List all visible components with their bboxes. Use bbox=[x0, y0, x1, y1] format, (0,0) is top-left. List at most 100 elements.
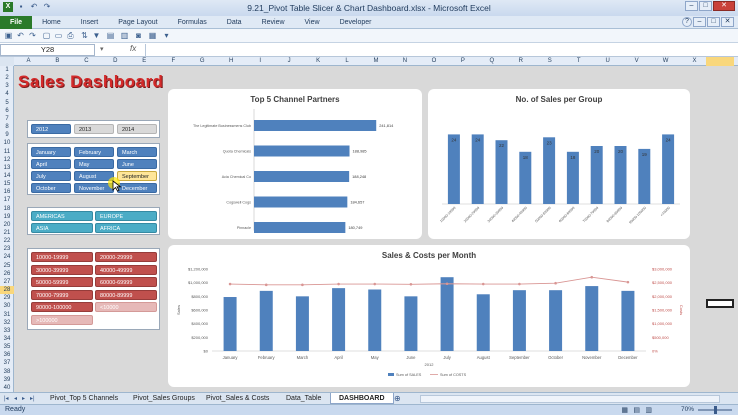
last-sheet-icon[interactable]: ▸| bbox=[30, 395, 35, 402]
row-header-35[interactable]: 35 bbox=[0, 343, 14, 351]
slicer-month-march[interactable]: March bbox=[117, 147, 157, 157]
help-icon[interactable]: ? bbox=[682, 17, 692, 27]
slicer-group-item[interactable]: >100000 bbox=[31, 314, 93, 325]
row-header-24[interactable]: 24 bbox=[0, 253, 14, 261]
slicer-month-may[interactable]: May bbox=[74, 159, 114, 169]
row-header-32[interactable]: 32 bbox=[0, 319, 14, 327]
slicer-group-item[interactable]: 90000-100000 bbox=[31, 302, 93, 312]
ribbon-tab-formulas[interactable]: Formulas bbox=[168, 16, 217, 29]
row-header-27[interactable]: 27 bbox=[0, 278, 14, 286]
row-header-28[interactable]: 28 bbox=[0, 286, 14, 295]
row-header-11[interactable]: 11 bbox=[0, 148, 14, 156]
zoom-slider-knob[interactable] bbox=[714, 406, 717, 414]
next-sheet-icon[interactable]: ▸ bbox=[22, 395, 25, 402]
dropdown-icon[interactable]: ▾ bbox=[161, 30, 172, 41]
row-header-20[interactable]: 20 bbox=[0, 221, 14, 229]
ribbon-tab-view[interactable]: View bbox=[295, 16, 330, 29]
row-header-2[interactable]: 2 bbox=[0, 74, 14, 82]
slicer-group-item[interactable]: 70000-79999 bbox=[31, 289, 93, 300]
slicer-group-item[interactable]: 60000-69999 bbox=[95, 277, 157, 287]
row-header-25[interactable]: 25 bbox=[0, 262, 14, 270]
column-header-f[interactable]: F bbox=[159, 57, 188, 66]
zoom-slider[interactable] bbox=[698, 406, 732, 414]
namebox-dropdown-icon[interactable]: ▾ bbox=[100, 45, 104, 53]
sort-icon[interactable]: ⇅ bbox=[79, 30, 90, 41]
name-box[interactable]: Y28 bbox=[0, 44, 95, 56]
row-header-7[interactable]: 7 bbox=[0, 115, 14, 123]
row-header-16[interactable]: 16 bbox=[0, 188, 14, 196]
first-sheet-icon[interactable]: |◂ bbox=[4, 395, 9, 402]
row-header-18[interactable]: 18 bbox=[0, 205, 14, 213]
column-header-c[interactable]: C bbox=[72, 57, 101, 66]
slicer-group-item[interactable]: 40000-49999 bbox=[95, 264, 157, 275]
row-header-22[interactable]: 22 bbox=[0, 237, 14, 245]
page-break-icon[interactable]: ▥ bbox=[645, 406, 652, 414]
filter-icon[interactable]: ▼ bbox=[91, 30, 102, 41]
row-header-40[interactable]: 40 bbox=[0, 384, 14, 392]
ribbon-tab-page-layout[interactable]: Page Layout bbox=[108, 16, 167, 29]
row-header-36[interactable]: 36 bbox=[0, 351, 14, 359]
slicer-year-2013[interactable]: 2013 bbox=[74, 124, 114, 134]
fx-icon[interactable]: fx bbox=[130, 44, 136, 53]
print-icon[interactable]: ⎙ bbox=[65, 30, 76, 41]
slicer-month-december[interactable]: December bbox=[117, 183, 157, 193]
column-header-k[interactable]: K bbox=[304, 57, 333, 66]
column-header-h[interactable]: H bbox=[217, 57, 246, 66]
row-header-33[interactable]: 33 bbox=[0, 327, 14, 335]
row-header-13[interactable]: 13 bbox=[0, 164, 14, 172]
prev-sheet-icon[interactable]: ◂ bbox=[14, 395, 17, 402]
row-header-23[interactable]: 23 bbox=[0, 245, 14, 253]
slicer-month-september[interactable]: September bbox=[117, 171, 157, 181]
column-header-j[interactable]: J bbox=[275, 57, 304, 66]
row-header-38[interactable]: 38 bbox=[0, 368, 14, 376]
slicer-region-asia[interactable]: ASIA bbox=[31, 223, 93, 233]
column-header-p[interactable]: P bbox=[448, 57, 477, 66]
row-header-1[interactable]: 1 bbox=[0, 66, 14, 74]
normal-view-icon[interactable]: ▦ bbox=[621, 406, 628, 414]
row-header-3[interactable]: 3 bbox=[0, 82, 14, 90]
slicer-group-item[interactable]: 10000-19999 bbox=[31, 252, 93, 262]
slicer-month-june[interactable]: June bbox=[117, 159, 157, 169]
maximize-button[interactable]: □ bbox=[699, 1, 712, 11]
row-header-5[interactable]: 5 bbox=[0, 99, 14, 107]
slicer-region-africa[interactable]: AFRICA bbox=[95, 223, 157, 233]
row-header-26[interactable]: 26 bbox=[0, 270, 14, 278]
workbook-close-button[interactable]: ✕ bbox=[721, 17, 734, 27]
horizontal-scrollbar[interactable] bbox=[420, 395, 720, 403]
column-header-s[interactable]: S bbox=[535, 57, 564, 66]
slicer-group-item[interactable]: 20000-29999 bbox=[95, 252, 157, 262]
ribbon-tab-insert[interactable]: Insert bbox=[71, 16, 109, 29]
slicer-year-2014[interactable]: 2014 bbox=[117, 124, 157, 134]
workbook-restore-button[interactable]: □ bbox=[707, 17, 720, 27]
sheet-tab-pivot-top-5-channels[interactable]: Pivot_Top 5 Channels bbox=[42, 393, 126, 404]
row-header-34[interactable]: 34 bbox=[0, 335, 14, 343]
slicer-group-item[interactable]: <10000 bbox=[95, 302, 157, 312]
row-header-29[interactable]: 29 bbox=[0, 294, 14, 302]
sheet-tab-dashboard[interactable]: DASHBOARD bbox=[330, 393, 394, 404]
column-header-i[interactable]: I bbox=[246, 57, 275, 66]
row-header-12[interactable]: 12 bbox=[0, 156, 14, 164]
open-icon[interactable]: ▭ bbox=[53, 30, 64, 41]
workbook-minimize-button[interactable]: – bbox=[693, 17, 706, 27]
selected-cell[interactable] bbox=[706, 299, 734, 308]
slicer-region-americas[interactable]: AMERICAS bbox=[31, 211, 93, 221]
row-header-14[interactable]: 14 bbox=[0, 172, 14, 180]
column-header-m[interactable]: M bbox=[362, 57, 391, 66]
column-header-a[interactable]: A bbox=[14, 57, 43, 66]
ribbon-tab-file[interactable]: File bbox=[0, 16, 33, 29]
save-icon[interactable]: ▣ bbox=[3, 30, 14, 41]
sheet-tab-pivot-sales-costs[interactable]: Pivot_Sales & Costs bbox=[198, 393, 277, 404]
new-icon[interactable]: ▢ bbox=[41, 30, 52, 41]
row-header-31[interactable]: 31 bbox=[0, 311, 14, 319]
column-header-g[interactable]: G bbox=[188, 57, 217, 66]
column-header-e[interactable]: E bbox=[130, 57, 159, 66]
slicer-group-item[interactable]: 50000-59999 bbox=[31, 277, 93, 287]
camera-icon[interactable]: ◙ bbox=[133, 30, 144, 41]
row-header-21[interactable]: 21 bbox=[0, 229, 14, 237]
column-header-v[interactable]: V bbox=[622, 57, 651, 66]
column-header-d[interactable]: D bbox=[101, 57, 130, 66]
column-header-q[interactable]: Q bbox=[477, 57, 506, 66]
formula-input[interactable] bbox=[145, 44, 735, 56]
column-header-w[interactable]: W bbox=[651, 57, 680, 66]
row-header-15[interactable]: 15 bbox=[0, 180, 14, 188]
